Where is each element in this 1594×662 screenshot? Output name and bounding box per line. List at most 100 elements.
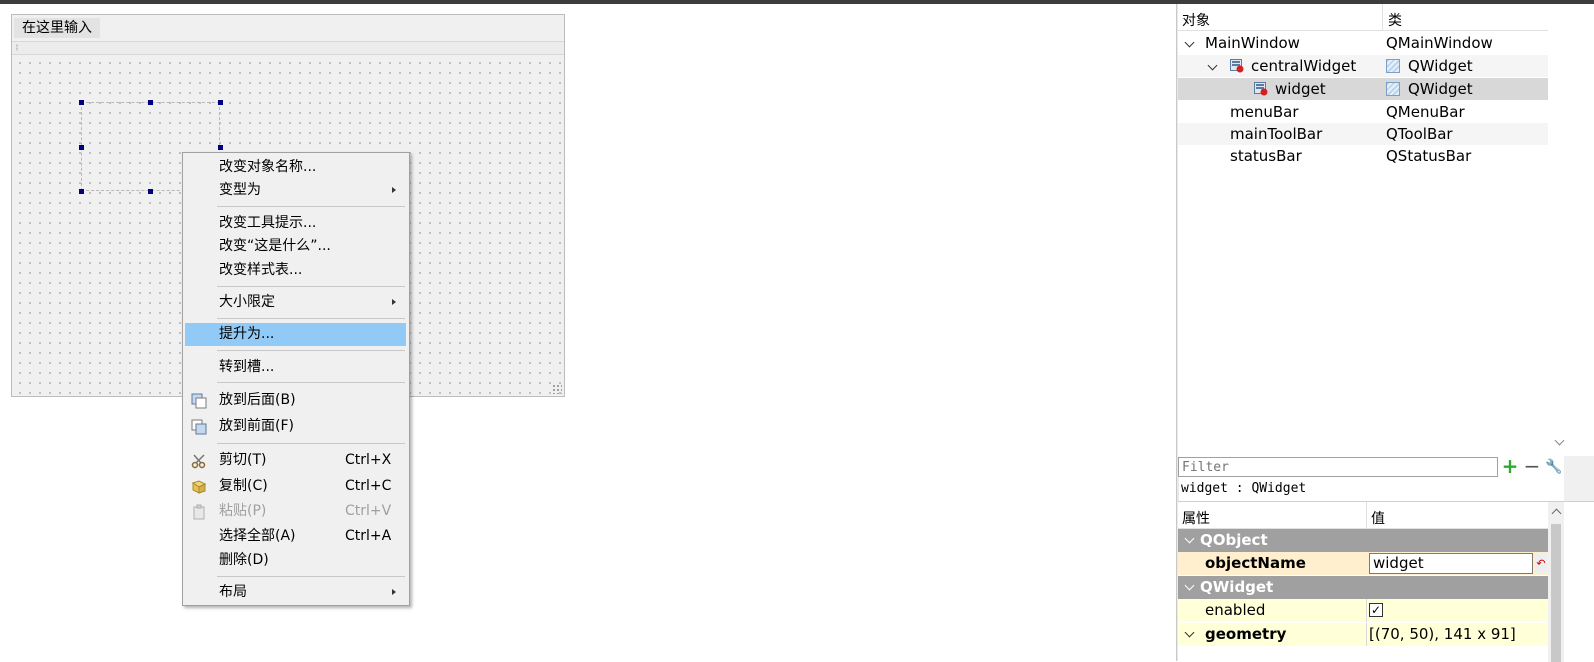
chevron-down-icon[interactable] <box>1184 580 1195 591</box>
property-row-objectname[interactable]: objectName widget ↶ <box>1178 552 1548 575</box>
filter-input[interactable] <box>1178 457 1498 477</box>
menu-item-label: 改变“这是什么”... <box>219 238 331 254</box>
property-name: geometry <box>1205 625 1287 643</box>
chevron-down-icon[interactable] <box>1207 60 1218 71</box>
menu-item-layout[interactable]: 布局 <box>185 581 406 604</box>
tree-row-menubar[interactable]: menuBar QMenuBar <box>1178 101 1548 123</box>
menu-item-label: 大小限定 <box>219 294 275 310</box>
tree-item-name: centralWidget <box>1251 57 1357 75</box>
enabled-checkbox[interactable]: ✓ <box>1369 603 1383 617</box>
size-grip-icon[interactable] <box>552 384 562 394</box>
menu-item-shortcut: Ctrl+A <box>345 528 392 544</box>
menu-item-bring-to-front[interactable]: 放到前面(F) <box>185 415 406 438</box>
column-divider <box>1366 623 1367 646</box>
resize-handle-left[interactable] <box>79 145 84 150</box>
menu-item-select-all[interactable]: 选择全部(A) Ctrl+A <box>185 525 406 548</box>
menu-item-change-tooltip[interactable]: 改变工具提示... <box>185 212 406 235</box>
menu-item-copy[interactable]: 复制(C) Ctrl+C <box>185 475 406 498</box>
tree-row-centralwidget[interactable]: centralWidget QWidget <box>1178 55 1548 77</box>
class-widget-icon <box>1386 59 1400 73</box>
tree-item-name: widget <box>1275 80 1326 98</box>
menu-separator <box>217 350 405 351</box>
property-group-label: QObject <box>1200 531 1268 549</box>
property-group-qobject[interactable]: QObject <box>1178 529 1548 552</box>
column-header-class[interactable]: 类 <box>1388 10 1402 30</box>
tree-row-maintoolbar[interactable]: mainToolBar QToolBar <box>1178 123 1548 145</box>
scrollbar-thumb[interactable] <box>1551 524 1561 662</box>
menu-item-promote-to[interactable]: 提升为... <box>185 323 406 346</box>
menu-separator <box>217 286 405 287</box>
resize-handle-bottom[interactable] <box>148 189 153 194</box>
property-group-qwidget[interactable]: QWidget <box>1178 576 1548 599</box>
paste-icon <box>193 504 205 520</box>
resize-handle-top-left[interactable] <box>79 100 84 105</box>
menu-item-label: 改变工具提示... <box>219 215 317 231</box>
property-row-geometry[interactable]: geometry [(70, 50), 141 x 91] <box>1178 623 1548 646</box>
menu-item-go-to-slot[interactable]: 转到槽... <box>185 356 406 379</box>
resize-handle-bottom-left[interactable] <box>79 189 84 194</box>
menu-item-change-stylesheet[interactable]: 改变样式表... <box>185 259 406 282</box>
tree-item-name: MainWindow <box>1205 34 1300 52</box>
configure-wrench-icon[interactable]: 🔧 <box>1544 457 1564 477</box>
property-name: objectName <box>1205 554 1306 572</box>
property-editor: 属性 值 QObject objectName widget ↶ QWidget… <box>1178 501 1594 662</box>
submenu-arrow-icon <box>392 589 396 595</box>
menu-item-label: 剪切(T) <box>219 452 267 468</box>
resize-handle-right[interactable] <box>218 145 223 150</box>
column-header-property[interactable]: 属性 <box>1182 508 1210 528</box>
menu-separator <box>217 206 405 207</box>
menu-item-paste[interactable]: 粘贴(P) Ctrl+V <box>185 500 406 523</box>
column-header-value[interactable]: 值 <box>1371 508 1385 528</box>
menu-item-delete[interactable]: 删除(D) <box>185 549 406 572</box>
menu-item-label: 删除(D) <box>219 552 269 568</box>
menu-separator <box>217 443 405 444</box>
menu-item-label: 布局 <box>219 584 247 600</box>
tree-row-mainwindow[interactable]: MainWindow QMainWindow <box>1178 32 1548 54</box>
tree-item-name: statusBar <box>1230 147 1302 165</box>
chevron-down-icon[interactable] <box>1184 533 1195 544</box>
objectname-input[interactable]: widget <box>1369 553 1533 574</box>
tree-item-name: menuBar <box>1230 103 1299 121</box>
menu-item-label: 放到后面(B) <box>219 392 296 408</box>
send-to-back-icon <box>191 393 207 409</box>
menu-item-shortcut: Ctrl+X <box>345 452 392 468</box>
tree-row-widget[interactable]: widget QWidget <box>1178 78 1548 100</box>
menu-item-label: 选择全部(A) <box>219 528 296 544</box>
tree-item-class: QWidget <box>1408 80 1473 98</box>
toolbar-grip-icon[interactable] <box>16 44 18 51</box>
selected-object-caption: widget : QWidget <box>1181 481 1307 496</box>
tree-item-class: QMainWindow <box>1386 34 1493 52</box>
menu-item-label: 转到槽... <box>219 359 275 375</box>
menu-item-label: 改变样式表... <box>219 262 303 278</box>
menu-item-rename-object[interactable]: 改变对象名称... <box>185 156 406 179</box>
menu-item-morph-into[interactable]: 变型为 <box>185 179 406 202</box>
chevron-down-icon[interactable] <box>1184 37 1195 48</box>
submenu-arrow-icon <box>392 299 396 305</box>
property-editor-scrollbar[interactable] <box>1548 502 1564 662</box>
tree-row-statusbar[interactable]: statusBar QStatusBar <box>1178 145 1548 167</box>
menu-item-send-to-back[interactable]: 放到后面(B) <box>185 389 406 412</box>
scissors-icon <box>191 454 206 469</box>
menu-item-label: 复制(C) <box>219 478 268 494</box>
scroll-up-chevron-icon[interactable] <box>1551 508 1562 519</box>
reset-value-icon[interactable]: ↶ <box>1535 554 1547 573</box>
menu-item-label: 提升为... <box>219 326 275 342</box>
tree-item-class: QToolBar <box>1386 125 1453 143</box>
resize-handle-top-right[interactable] <box>218 100 223 105</box>
tree-item-class: QStatusBar <box>1386 147 1472 165</box>
property-row-enabled[interactable]: enabled ✓ <box>1178 599 1548 622</box>
remove-property-button[interactable]: − <box>1522 456 1542 477</box>
object-inspector: 对象 类 MainWindow QMainWindow centralWidge… <box>1178 4 1594 456</box>
tree-item-class: QWidget <box>1408 57 1473 75</box>
menu-item-size-constraints[interactable]: 大小限定 <box>185 291 406 314</box>
add-property-button[interactable]: + <box>1500 456 1520 477</box>
chevron-down-icon[interactable] <box>1184 627 1195 638</box>
menu-item-shortcut: Ctrl+V <box>345 503 392 519</box>
menu-item-label: 放到前面(F) <box>219 418 294 434</box>
resize-handle-top[interactable] <box>148 100 153 105</box>
bring-to-front-icon <box>191 419 207 435</box>
menu-item-change-whats-this[interactable]: 改变“这是什么”... <box>185 235 406 258</box>
menu-item-cut[interactable]: 剪切(T) Ctrl+X <box>185 449 406 472</box>
menu-type-here-placeholder[interactable]: 在这里输入 <box>14 18 100 38</box>
column-header-object[interactable]: 对象 <box>1182 10 1210 30</box>
